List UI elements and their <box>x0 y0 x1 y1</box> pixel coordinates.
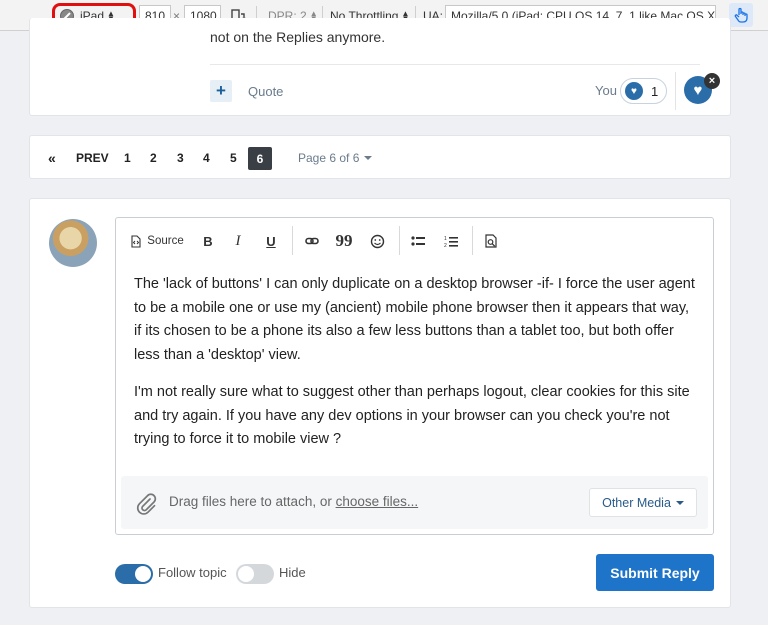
bullet-list-icon[interactable] <box>407 230 429 252</box>
numbered-list-icon[interactable]: 12 <box>440 230 462 252</box>
smiley-icon[interactable] <box>366 230 388 252</box>
toolbar-divider <box>292 226 293 255</box>
source-label: Source <box>147 235 184 247</box>
toggle-knob <box>135 566 151 582</box>
previous-post: not on the Replies anymore. + Quote You … <box>29 18 731 116</box>
quote-icon[interactable]: 99 <box>333 230 355 252</box>
hide-label: Hide <box>279 565 306 580</box>
multiquote-plus-button[interactable]: + <box>210 80 232 102</box>
page-link-3[interactable]: 3 <box>177 136 184 180</box>
source-button[interactable]: Source <box>128 230 186 252</box>
bold-button[interactable]: B <box>198 230 218 252</box>
rich-text-editor: Source B I U 99 12 The 'lack of buttons'… <box>115 217 714 535</box>
toolbar-divider <box>472 226 473 255</box>
svg-text:1: 1 <box>444 236 447 242</box>
submit-reply-button[interactable]: Submit Reply <box>596 554 714 591</box>
quote-button[interactable]: Quote <box>248 84 283 99</box>
paperclip-icon <box>135 491 157 515</box>
editor-toolbar: Source B I U 99 12 <box>116 218 713 264</box>
prev-page-button[interactable]: PREV <box>76 136 109 180</box>
page-link-1[interactable]: 1 <box>124 136 131 180</box>
preview-icon[interactable] <box>480 230 502 252</box>
remove-reaction-icon[interactable]: × <box>704 73 720 89</box>
attachment-dropzone[interactable]: Drag files here to attach, or choose fil… <box>121 476 708 529</box>
reaction-you-label: You <box>595 83 617 98</box>
page-jump-dropdown[interactable]: Page 6 of 6 <box>298 136 373 180</box>
italic-button[interactable]: I <box>228 230 248 252</box>
toggle-knob <box>238 566 254 582</box>
reply-form: Source B I U 99 12 The 'lack of buttons'… <box>29 198 731 608</box>
other-media-button[interactable]: Other Media <box>589 488 697 517</box>
editor-paragraph: I'm not really sure what to suggest othe… <box>134 384 690 447</box>
toolbar-divider <box>399 226 400 255</box>
underline-button[interactable]: U <box>261 230 281 252</box>
page-link-4[interactable]: 4 <box>203 136 210 180</box>
choose-files-link[interactable]: choose files... <box>336 494 419 509</box>
page-of-label: Page 6 of 6 <box>298 151 360 165</box>
follow-topic-toggle[interactable] <box>115 564 153 584</box>
source-icon <box>131 234 141 248</box>
editor-content[interactable]: The 'lack of buttons' I can only duplica… <box>134 273 699 466</box>
page-link-5[interactable]: 5 <box>230 136 237 180</box>
other-media-label: Other Media <box>602 495 671 510</box>
heart-icon: ♥ <box>625 82 643 100</box>
first-page-icon[interactable]: « <box>48 136 56 180</box>
attach-hint: Drag files here to attach, or choose fil… <box>169 494 418 509</box>
reaction-summary[interactable]: ♥ 1 <box>620 78 667 104</box>
pagination: « PREV 1 2 3 4 5 6 Page 6 of 6 <box>29 135 731 179</box>
page-link-2[interactable]: 2 <box>150 136 157 180</box>
attach-hint-text: Drag files here to attach, or <box>169 494 336 509</box>
link-icon[interactable] <box>301 230 323 252</box>
post-divider <box>210 64 700 65</box>
editor-paragraph: The 'lack of buttons' I can only duplica… <box>134 276 695 363</box>
svg-text:2: 2 <box>444 243 447 248</box>
reaction-divider <box>675 72 676 110</box>
post-text: not on the Replies anymore. <box>210 29 386 45</box>
current-page[interactable]: 6 <box>248 147 272 170</box>
reaction-count: 1 <box>651 83 659 99</box>
chevron-down-icon <box>364 156 373 160</box>
touch-hand-icon[interactable] <box>729 3 753 27</box>
follow-topic-label: Follow topic <box>158 565 227 580</box>
avatar[interactable] <box>49 219 97 267</box>
chevron-down-icon <box>675 500 684 505</box>
hide-toggle[interactable] <box>236 564 274 584</box>
